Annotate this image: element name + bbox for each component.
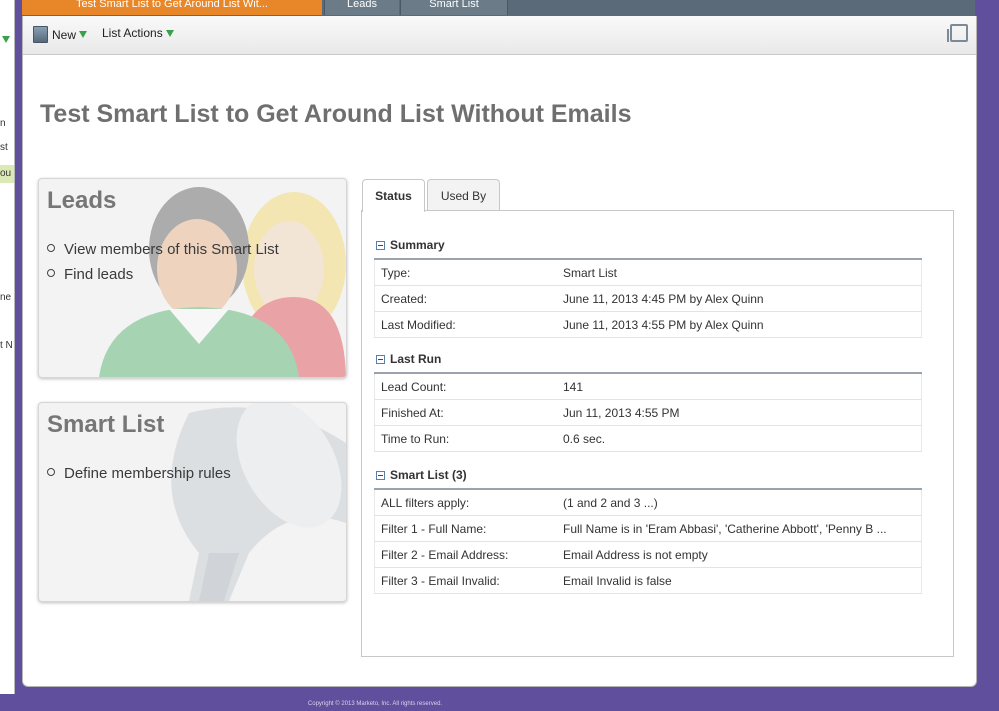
tree-item-fragment-selected[interactable]: ou [0, 165, 14, 183]
dropdown-arrow-icon [79, 31, 88, 38]
table-row: Filter 3 - Email Invalid: Email Invalid i… [374, 567, 922, 594]
last-run-value: Jun 11, 2013 4:55 PM [557, 399, 922, 426]
last-run-key: Lead Count: [374, 373, 557, 400]
list-actions-label: List Actions [102, 26, 163, 40]
smart-list-section-title: Smart List (3) [390, 468, 467, 482]
tree-item-fragment[interactable]: st [0, 142, 8, 153]
last-run-section-header[interactable]: Last Run [376, 352, 441, 366]
table-row: Finished At: Jun 11, 2013 4:55 PM [374, 399, 922, 426]
table-row: Lead Count: 141 [374, 373, 922, 400]
last-run-value: 0.6 sec. [557, 425, 922, 452]
last-run-title: Last Run [390, 352, 442, 366]
new-label: New [52, 27, 77, 42]
dropdown-arrow-icon [165, 29, 174, 37]
summary-section-header[interactable]: Summary [376, 238, 445, 252]
tab-leads[interactable]: Leads [324, 0, 399, 15]
toolbar: New List Actions [23, 16, 976, 55]
table-row: Filter 2 - Email Address: Email Address i… [374, 541, 922, 568]
restore-window-icon[interactable] [947, 24, 968, 42]
leads-card: Leads View members of this Smart List Fi… [38, 178, 347, 378]
last-run-table: Lead Count: 141 Finished At: Jun 11, 2013 … [374, 372, 922, 452]
collapse-icon[interactable] [376, 470, 385, 480]
leads-card-list: View members of this Smart List Find lea… [47, 237, 279, 287]
summary-value: June 11, 2013 4:45 PM by Alex Quinn [557, 285, 922, 312]
last-run-value: 141 [557, 373, 922, 400]
collapse-icon[interactable] [376, 240, 385, 250]
define-membership-rules-link[interactable]: Define membership rules [47, 461, 231, 486]
summary-value: June 11, 2013 4:55 PM by Alex Quinn [557, 311, 922, 338]
tab-used-by[interactable]: Used By [427, 179, 500, 211]
filter-key: Filter 3 - Email Invalid: [374, 567, 557, 594]
find-leads-link[interactable]: Find leads [47, 262, 279, 287]
tree-item-fragment[interactable]: ne [0, 292, 11, 303]
table-row: Filter 1 - Full Name: Full Name is in 'Er… [374, 515, 922, 542]
tree-panel-edge: n st ou ne t N [0, 0, 15, 694]
smart-list-card-title: Smart List [47, 411, 165, 438]
table-row: Last Modified: June 11, 2013 4:55 PM by A… [374, 311, 922, 338]
tree-item-fragment[interactable]: t N [0, 340, 13, 351]
filter-value: Full Name is in 'Eram Abbasi', 'Catherin… [557, 515, 922, 542]
list-actions-menu-button[interactable]: List Actions [102, 26, 174, 40]
smart-list-card-list: Define membership rules [47, 461, 231, 486]
main-panel: New List Actions Test Smart List to Get … [22, 16, 977, 687]
filter-value: (1 and 2 and 3 ...) [557, 489, 922, 516]
summary-key: Created: [374, 285, 557, 312]
copyright-footer: Copyright © 2013 Marketo, Inc. All right… [307, 701, 443, 707]
smart-list-table: ALL filters apply: (1 and 2 and 3 ...) Fi… [374, 488, 922, 594]
filter-key: Filter 2 - Email Address: [374, 541, 557, 568]
summary-table: Type: Smart List Created: June 11, 2013 4:… [374, 258, 922, 338]
last-run-key: Time to Run: [374, 425, 557, 452]
filter-key: Filter 1 - Full Name: [374, 515, 557, 542]
filter-key: ALL filters apply: [374, 489, 557, 516]
last-run-key: Finished At: [374, 399, 557, 426]
tree-collapse-icon[interactable] [2, 36, 10, 43]
filter-value: Email Invalid is false [557, 567, 922, 594]
collapse-icon[interactable] [376, 354, 385, 364]
table-row: Type: Smart List [374, 259, 922, 286]
smart-list-section-header[interactable]: Smart List (3) [376, 468, 467, 482]
status-panel: Summary Type: Smart List Created: June 11,… [361, 210, 954, 657]
table-row: Time to Run: 0.6 sec. [374, 425, 922, 452]
smart-list-card: Smart List Define membership rules [38, 402, 347, 602]
summary-key: Type: [374, 259, 557, 286]
summary-value: Smart List [557, 259, 922, 286]
new-menu-button[interactable]: New [33, 26, 88, 43]
tab-smart-list[interactable]: Smart List [400, 0, 508, 15]
document-icon [33, 26, 48, 43]
page-title: Test Smart List to Get Around List Witho… [40, 100, 632, 128]
table-row: Created: June 11, 2013 4:45 PM by Alex Qu… [374, 285, 922, 312]
tree-item-fragment[interactable]: n [0, 118, 6, 129]
view-members-link[interactable]: View members of this Smart List [47, 237, 279, 262]
table-row: ALL filters apply: (1 and 2 and 3 ...) [374, 489, 922, 516]
leads-card-title: Leads [47, 187, 117, 214]
filter-value: Email Address is not empty [557, 541, 922, 568]
tab-current-list[interactable]: Test Smart List to Get Around List Wit..… [22, 0, 322, 15]
tab-status[interactable]: Status [362, 179, 425, 212]
summary-key: Last Modified: [374, 311, 557, 338]
summary-title: Summary [390, 238, 445, 252]
